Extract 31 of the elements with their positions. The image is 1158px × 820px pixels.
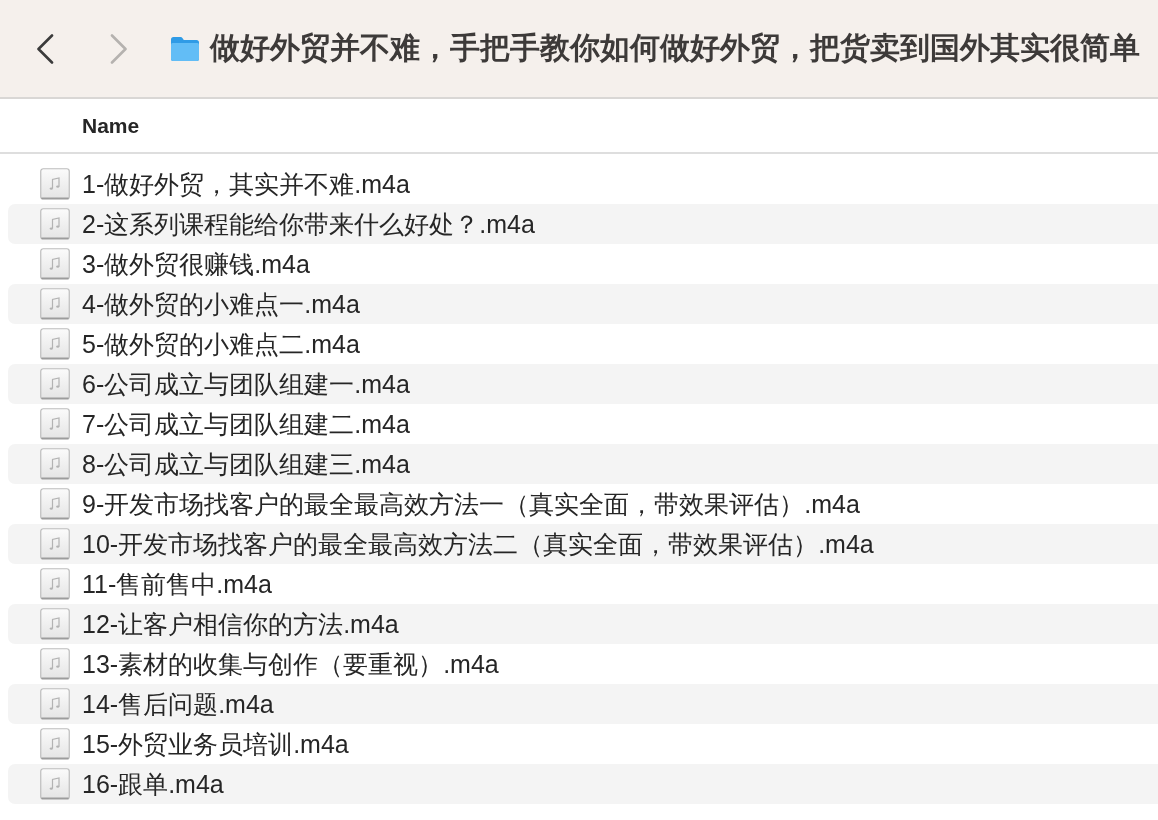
chevron-right-icon xyxy=(110,33,128,64)
file-name[interactable]: 1-做好外贸，其实并不难.m4a xyxy=(82,167,410,201)
file-name[interactable]: 16-跟单.m4a xyxy=(82,767,224,801)
audio-file-icon xyxy=(40,328,70,360)
window-title: 做好外贸并不难，手把手教你如何做好外贸，把货卖到国外其实很简单 xyxy=(210,29,1140,66)
audio-file-icon xyxy=(40,168,70,200)
chevron-left-icon xyxy=(36,33,54,64)
audio-file-icon xyxy=(40,728,70,760)
file-name[interactable]: 5-做外贸的小难点二.m4a xyxy=(82,327,360,361)
file-name[interactable]: 14-售后问题.m4a xyxy=(82,687,274,721)
audio-file-icon xyxy=(40,488,70,520)
audio-file-icon xyxy=(40,768,70,800)
audio-file-icon xyxy=(40,208,70,240)
audio-file-icon xyxy=(40,288,70,320)
audio-file-icon xyxy=(40,448,70,480)
audio-file-icon xyxy=(40,688,70,720)
file-name[interactable]: 7-公司成立与团队组建二.m4a xyxy=(82,407,410,441)
audio-file-icon xyxy=(40,528,70,560)
audio-file-icon xyxy=(40,648,70,680)
audio-file-icon xyxy=(40,368,70,400)
file-name[interactable]: 13-素材的收集与创作（要重视）.m4a xyxy=(82,647,499,681)
file-name[interactable]: 9-开发市场找客户的最全最高效方法一（真实全面，带效果评估）.m4a xyxy=(82,487,860,521)
column-header[interactable]: Name xyxy=(82,113,140,138)
file-name[interactable]: 15-外贸业务员培训.m4a xyxy=(82,727,349,761)
audio-file-icon xyxy=(40,408,70,440)
audio-file-icon xyxy=(40,248,70,280)
folder-icon xyxy=(170,35,200,62)
file-name[interactable]: 11-售前售中.m4a xyxy=(82,567,272,601)
audio-file-icon xyxy=(40,568,70,600)
file-name[interactable]: 3-做外贸很赚钱.m4a xyxy=(82,247,310,281)
audio-file-icon xyxy=(40,608,70,640)
